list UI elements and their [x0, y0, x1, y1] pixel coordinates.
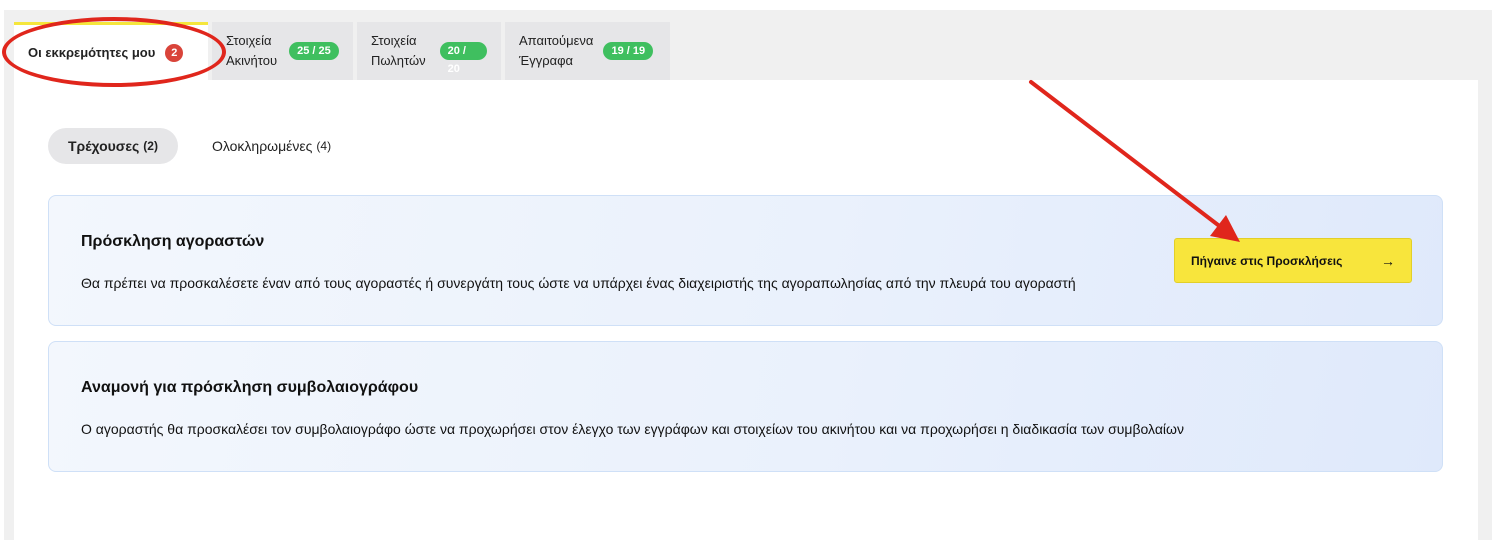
- tab-my-pending-label: Οι εκκρεμότητες μου: [28, 44, 156, 60]
- tab-required-documents-line2: Έγγραφα: [519, 53, 574, 68]
- card-description: Θα πρέπει να προσκαλέσετε έναν από τους …: [81, 275, 1076, 291]
- card-description: Ο αγοραστής θα προσκαλέσει τον συμβολαιο…: [81, 421, 1184, 437]
- subtab-current-label: Τρέχουσες: [68, 138, 140, 154]
- tab-property-details-line1: Στοιχεία: [226, 33, 272, 48]
- tab-property-details-label: Στοιχεία Ακινήτου: [226, 31, 277, 71]
- subtab-completed[interactable]: Ολοκληρωμένες (4): [192, 128, 351, 164]
- sellers-details-badge: 20 / 20: [439, 42, 487, 75]
- tab-sellers-details-line1: Στοιχεία: [371, 33, 417, 48]
- tab-required-documents-label: Απαιτούμενα Έγγραφα: [519, 31, 593, 71]
- property-details-badge: 25 / 25: [289, 42, 339, 60]
- subtab-completed-count: (4): [316, 139, 332, 153]
- subtab-current[interactable]: Τρέχουσες (2): [48, 128, 178, 164]
- required-documents-badge: 19 / 19: [603, 42, 654, 60]
- go-to-invitations-button[interactable]: Πήγαινε στις Προσκλήσεις →: [1174, 238, 1412, 283]
- card-title: Αναμονή για πρόσκληση συμβολαιογράφου: [81, 379, 419, 396]
- go-to-invitations-label: Πήγαινε στις Προσκλήσεις: [1191, 253, 1343, 268]
- tab-required-documents[interactable]: Απαιτούμενα Έγγραφα 19 / 19: [505, 22, 670, 80]
- tab-property-details-line2: Ακινήτου: [226, 53, 278, 68]
- task-card-invite-buyers: Πρόσκληση αγοραστών Θα πρέπει να προσκαλ…: [48, 195, 1443, 326]
- status-subtabs: Τρέχουσες (2) Ολοκληρωμένες (4): [48, 128, 351, 164]
- tab-sellers-details[interactable]: Στοιχεία Πωλητών 20 / 20: [357, 22, 501, 80]
- pending-count-badge: 2: [165, 43, 184, 62]
- tab-sellers-details-line2: Πωλητών: [371, 53, 426, 68]
- tab-sellers-details-label: Στοιχεία Πωλητών: [371, 31, 426, 71]
- tab-property-details[interactable]: Στοιχεία Ακινήτου 25 / 25: [212, 22, 353, 80]
- card-title: Πρόσκληση αγοραστών: [81, 233, 265, 250]
- subtab-current-count: (2): [143, 139, 158, 153]
- task-card-await-notary: Αναμονή για πρόσκληση συμβολαιογράφου Ο …: [48, 341, 1443, 472]
- arrow-right-icon: →: [1381, 252, 1395, 269]
- tab-required-documents-line1: Απαιτούμενα: [519, 33, 594, 48]
- subtab-completed-label: Ολοκληρωμένες: [211, 138, 313, 154]
- tab-my-pending[interactable]: Οι εκκρεμότητες μου 2: [14, 22, 208, 80]
